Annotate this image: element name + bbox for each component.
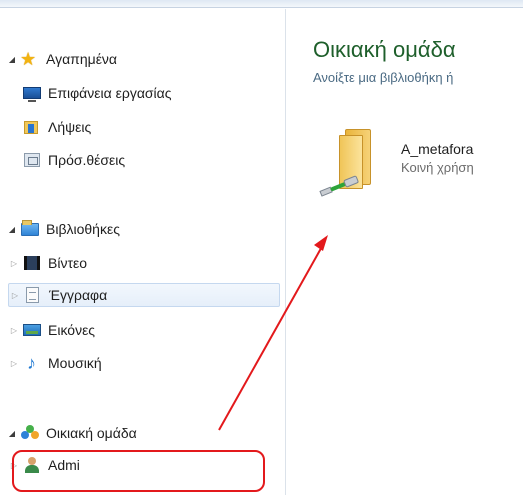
nav-favorites-label: Αγαπημένα xyxy=(46,51,118,67)
expanded-arrow-icon[interactable]: ◢ xyxy=(6,429,18,438)
expanded-arrow-icon[interactable]: ◢ xyxy=(6,55,18,64)
collapsed-arrow-icon[interactable]: ▷ xyxy=(9,291,21,300)
collapsed-arrow-icon[interactable]: ▷ xyxy=(8,326,20,335)
nav-libraries-label: Βιβλιοθήκες xyxy=(46,221,120,237)
nav-item-label: Έγγραφα xyxy=(49,287,108,303)
collapsed-arrow-icon[interactable]: ▷ xyxy=(8,461,20,470)
desktop-icon xyxy=(22,84,42,102)
downloads-icon xyxy=(22,118,42,136)
videos-icon xyxy=(22,254,42,272)
nav-item-label: Εικόνες xyxy=(48,322,96,338)
nav-item-downloads[interactable]: Λήψεις xyxy=(20,115,91,139)
nav-item-music[interactable]: ▷ ♪ Μουσική xyxy=(8,351,102,375)
nav-item-documents[interactable]: ▷ Έγγραφα xyxy=(8,283,280,307)
shared-folder-status: Κοινή χρήση xyxy=(401,160,474,175)
shared-folder-name: A_metafora xyxy=(401,141,474,157)
nav-item-videos[interactable]: ▷ Βίντεο xyxy=(8,251,87,275)
nav-item-recent-places[interactable]: Πρόσ.θέσεις xyxy=(20,148,125,172)
nav-item-label: Admi xyxy=(48,457,80,473)
music-icon: ♪ xyxy=(27,353,36,373)
nav-item-homegroup-user[interactable]: ▷ Admi ) xyxy=(8,453,201,477)
shared-folder-item[interactable]: A_metafora Κοινή χρήση xyxy=(313,121,523,211)
nav-item-label: Επιφάνεια εργασίας xyxy=(48,85,172,101)
nav-homegroup-label: Οικιακή ομάδα xyxy=(46,425,137,441)
star-icon: ★ xyxy=(20,49,37,69)
nav-item-pictures[interactable]: ▷ Εικόνες xyxy=(8,318,95,342)
collapsed-arrow-icon[interactable]: ▷ xyxy=(8,259,20,268)
navigation-pane[interactable]: ◢ ★ Αγαπημένα Επιφάνεια εργασίας Λήψεις … xyxy=(0,9,286,495)
nav-item-label: Λήψεις xyxy=(48,119,92,135)
user-icon xyxy=(22,456,42,474)
nav-item-label: Βίντεο xyxy=(48,255,88,271)
page-title: Οικιακή ομάδα xyxy=(313,37,456,62)
recent-places-icon xyxy=(22,151,42,169)
collapsed-arrow-icon[interactable]: ▷ xyxy=(8,359,20,368)
libraries-icon xyxy=(20,220,40,238)
pictures-icon xyxy=(22,321,42,339)
nav-item-label-tail: ) xyxy=(195,457,201,473)
homegroup-icon xyxy=(20,424,40,442)
nav-homegroup[interactable]: ◢ Οικιακή ομάδα xyxy=(6,421,137,445)
shared-folder-icon xyxy=(317,127,377,199)
window-top-border xyxy=(0,0,523,8)
content-pane[interactable]: Οικιακή ομάδα Ανοίξτε μια βιβλιοθήκη ή A… xyxy=(287,9,523,495)
nav-favorites[interactable]: ◢ ★ Αγαπημένα xyxy=(6,47,117,71)
nav-item-label: Πρόσ.θέσεις xyxy=(48,152,126,168)
expanded-arrow-icon[interactable]: ◢ xyxy=(6,225,18,234)
page-subtitle: Ανοίξτε μια βιβλιοθήκη ή xyxy=(313,70,454,85)
nav-item-label: Μουσική xyxy=(48,355,102,371)
nav-item-desktop[interactable]: Επιφάνεια εργασίας xyxy=(20,81,172,105)
documents-icon xyxy=(23,286,43,304)
nav-libraries[interactable]: ◢ Βιβλιοθήκες xyxy=(6,217,120,241)
